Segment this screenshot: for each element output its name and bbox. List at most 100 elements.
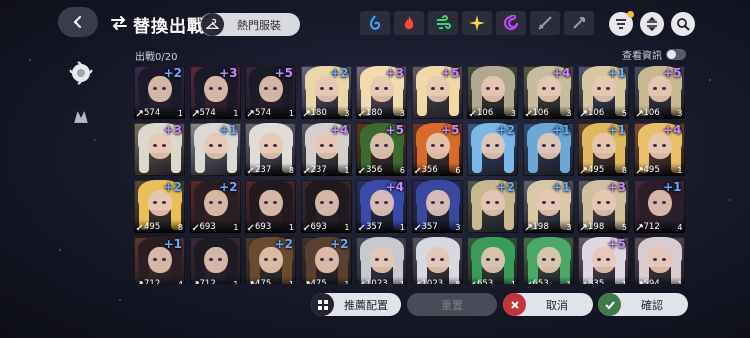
rail-team-icon[interactable] [68, 104, 94, 130]
character-card[interactable]: +3 574 1 [189, 66, 241, 119]
character-card[interactable]: 357 3 [411, 180, 463, 233]
sword-class-icon [524, 109, 532, 117]
character-card[interactable]: +1 106 5 [578, 66, 629, 119]
rank-value: 1 [511, 280, 516, 284]
character-card[interactable]: 106 3 [467, 66, 518, 119]
character-card[interactable]: +3 198 5 [578, 180, 629, 233]
character-card[interactable]: +2 [467, 123, 518, 176]
sword-class-icon [247, 223, 254, 231]
sort-order-button[interactable] [640, 12, 664, 36]
filter-wind[interactable] [428, 11, 458, 35]
view-info-toggle[interactable] [666, 49, 686, 60]
sword-class-icon [247, 166, 254, 174]
rank-value: 1 [399, 223, 405, 232]
character-portrait [273, 144, 277, 147]
rank-value: 1 [677, 280, 682, 284]
character-card[interactable]: +1 [189, 123, 241, 176]
character-card[interactable]: +4 357 1 [356, 180, 407, 233]
search-button[interactable] [671, 12, 695, 36]
character-portrait [597, 144, 601, 147]
filter-dark[interactable] [496, 11, 526, 35]
character-card[interactable]: 693 1 [300, 180, 352, 233]
character-card[interactable]: +5 356 6 [356, 123, 407, 176]
filter-water[interactable] [360, 11, 390, 35]
character-card[interactable]: +2 180 3 [300, 66, 352, 119]
rail-emblem-icon[interactable] [68, 60, 94, 86]
sword-class-icon [527, 280, 532, 284]
reset-button[interactable]: 重置 [407, 293, 497, 316]
character-card[interactable]: +4 237 1 [300, 123, 352, 176]
sword-class-icon [360, 280, 365, 284]
character-portrait [425, 247, 450, 273]
power-value: 495 [144, 222, 161, 232]
cancel-button[interactable]: 取消 [503, 293, 593, 316]
character-portrait [384, 258, 388, 261]
popular-outfit-button[interactable]: 熱門服裝 [200, 13, 300, 36]
character-portrait [217, 201, 222, 204]
filter-sword[interactable] [530, 11, 560, 35]
card-stats: 180 3 [300, 106, 352, 119]
character-card[interactable]: 712 1 [189, 237, 241, 284]
enhance-badge: +1 [552, 123, 571, 137]
character-card[interactable]: 653 1 [522, 237, 574, 284]
character-card[interactable]: +1 712 4 [633, 180, 685, 233]
character-card[interactable]: +4 495 1 [633, 123, 685, 176]
card-stats: 106 5 [578, 106, 629, 119]
filter-light[interactable] [462, 11, 492, 35]
card-stats: 237 8 [245, 163, 296, 176]
character-portrait [375, 144, 379, 147]
power-value: 357 [421, 222, 438, 232]
enhance-badge: +2 [163, 180, 182, 194]
character-portrait [430, 201, 435, 204]
view-info-toggle-row[interactable]: 查看資訊 [622, 47, 686, 62]
notification-dot [627, 11, 634, 18]
character-card[interactable]: +2 574 1 [134, 66, 185, 119]
confirm-button[interactable]: 確認 [598, 293, 688, 316]
character-card[interactable]: +1 198 3 [522, 180, 574, 233]
character-portrait [319, 144, 324, 147]
enhance-badge: +3 [219, 66, 238, 80]
character-card[interactable]: +1 [522, 123, 574, 176]
character-card[interactable]: +1 495 8 [578, 123, 629, 176]
rank-value: 1 [233, 280, 238, 284]
character-card[interactable]: +5 [411, 66, 463, 119]
spear-class-icon [635, 109, 643, 117]
sort-filter-button[interactable] [609, 11, 634, 36]
character-card[interactable]: +2 475 1 [300, 237, 352, 284]
character-portrait [416, 80, 427, 116]
enhance-badge: +2 [330, 66, 349, 80]
character-card[interactable]: +4 106 3 [522, 66, 574, 119]
character-card[interactable]: +3 [134, 123, 185, 176]
power-value: 356 [421, 165, 438, 175]
filter-fire[interactable] [394, 11, 424, 35]
character-card[interactable]: 1023 8 [411, 237, 463, 284]
character-card[interactable]: +3 180 3 [356, 66, 407, 119]
character-card[interactable]: +1 712 4 [134, 237, 185, 284]
character-grid: +2 574 1 +3 574 1 +5 574 1 +2 180 3 +3 180 3 +5 106 3 +4 10… [134, 66, 690, 284]
character-card[interactable]: +2 693 1 [189, 180, 241, 233]
recommend-setup-button[interactable]: 推薦配置 [311, 293, 401, 316]
character-card[interactable]: 693 1 [245, 180, 296, 233]
character-card[interactable]: 594 1 [633, 237, 685, 284]
filter-spear[interactable] [564, 11, 594, 35]
top-action-group [609, 11, 695, 36]
card-stats: 180 3 [356, 106, 407, 119]
character-card[interactable]: 237 8 [245, 123, 296, 176]
character-card[interactable]: +5 106 3 [633, 66, 685, 119]
character-portrait [375, 87, 379, 90]
water-element-icon [370, 15, 381, 30]
search-icon [677, 18, 690, 31]
power-value: 653 [532, 279, 549, 284]
character-card[interactable]: 653 1 [467, 237, 518, 284]
power-value: 237 [310, 165, 327, 175]
character-card[interactable]: +5 356 6 [411, 123, 463, 176]
character-portrait [314, 190, 339, 216]
character-card[interactable]: +5 835 1 [578, 237, 629, 284]
spear-class-icon [138, 280, 143, 284]
character-card[interactable]: +2 495 8 [134, 180, 185, 233]
character-card[interactable]: +5 574 1 [245, 66, 296, 119]
back-button[interactable] [58, 7, 98, 37]
character-card[interactable]: +2 475 1 [245, 237, 296, 284]
character-card[interactable]: +2 [467, 180, 518, 233]
character-card[interactable]: 1023 1 [356, 237, 407, 284]
